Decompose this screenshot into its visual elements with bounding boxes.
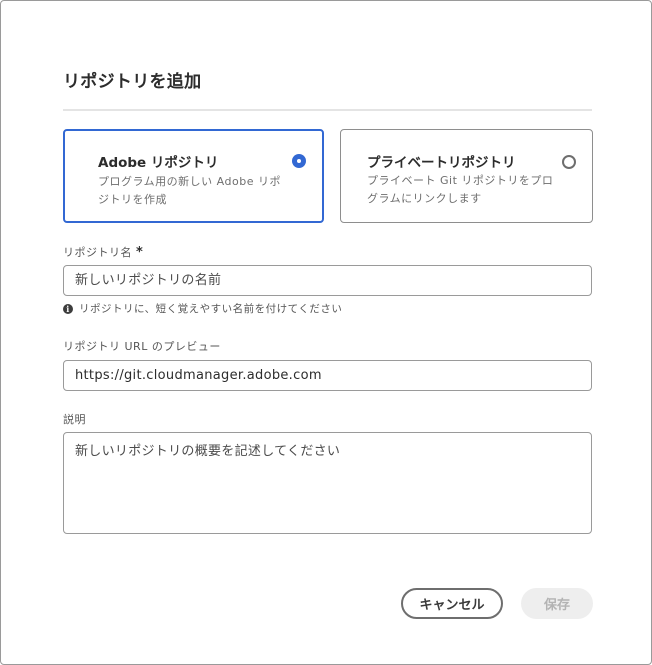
repository-name-helper: i リポジトリに、短く覚えやすい名前を付けてください	[63, 301, 342, 316]
private-repository-radio-icon[interactable]	[562, 155, 576, 169]
title-divider	[63, 109, 592, 111]
required-mark: *	[136, 245, 144, 260]
repository-name-helper-text: リポジトリに、短く覚えやすい名前を付けてください	[79, 303, 343, 315]
adobe-repository-description: プログラム用の新しい Adobe リポジトリを作成	[98, 175, 281, 206]
dialog-title: リポジトリを追加	[63, 72, 202, 92]
save-button[interactable]: 保存	[521, 588, 593, 619]
adobe-repository-option[interactable]: Adobe リポジトリ プログラム用の新しい Adobe リポジトリを作成	[63, 129, 324, 223]
add-repository-dialog: リポジトリを追加 Adobe リポジトリ プログラム用の新しい Adobe リポ…	[0, 0, 652, 665]
repository-name-label-text: リポジトリ名	[63, 246, 132, 259]
repository-url-label: リポジトリ URL のプレビュー	[63, 340, 221, 353]
repository-name-input[interactable]	[63, 265, 592, 296]
private-repository-description: プライベート Git リポジトリをプログラムにリンクします	[367, 174, 554, 205]
info-icon: i	[63, 303, 73, 314]
description-label: 説明	[63, 413, 86, 426]
adobe-repository-title: Adobe リポジトリ	[98, 155, 219, 171]
private-repository-title: プライベートリポジトリ	[367, 155, 516, 171]
private-repository-option[interactable]: プライベートリポジトリ プライベート Git リポジトリをプログラムにリンクしま…	[340, 129, 593, 223]
repository-url-input[interactable]	[63, 360, 592, 391]
repository-name-label: リポジトリ名 *	[63, 244, 143, 260]
adobe-repository-radio-icon[interactable]	[292, 154, 306, 168]
description-textarea[interactable]	[63, 432, 592, 534]
cancel-button[interactable]: キャンセル	[401, 588, 503, 619]
